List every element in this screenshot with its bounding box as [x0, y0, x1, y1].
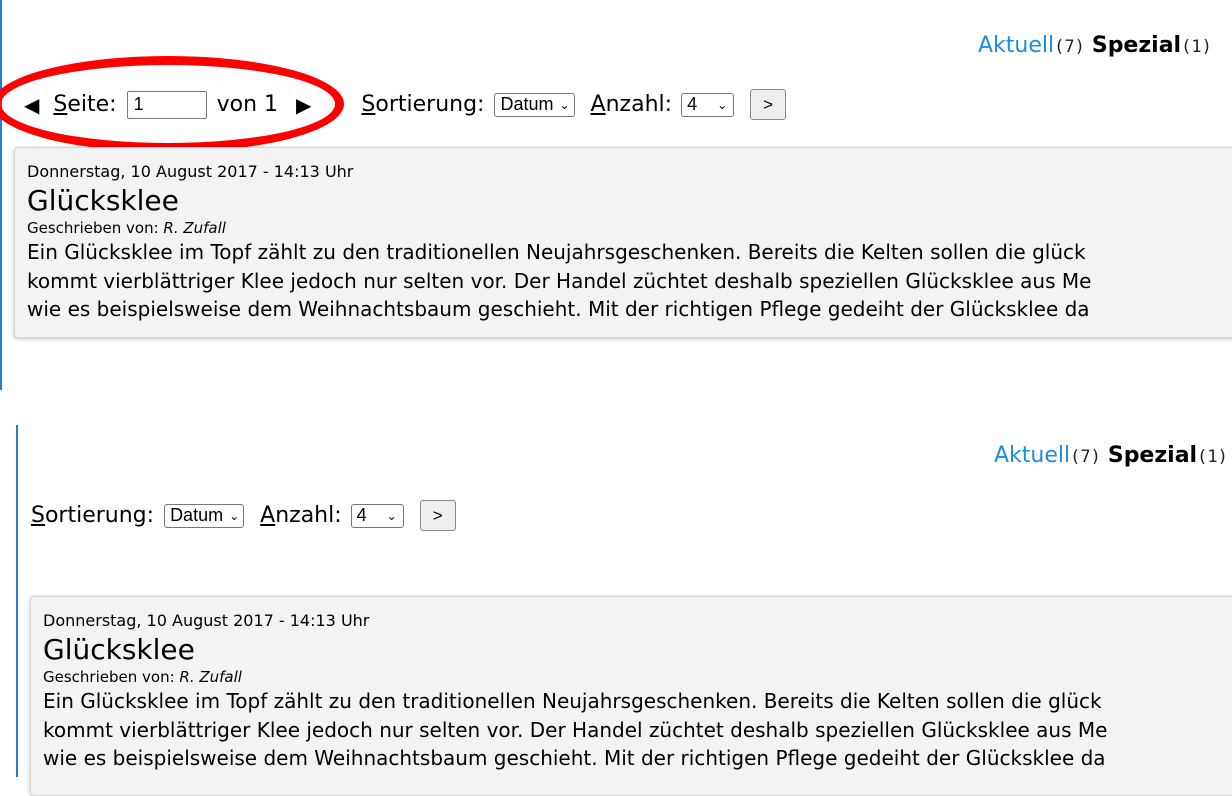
- left-border-top: [0, 0, 2, 390]
- page-input[interactable]: [126, 90, 207, 119]
- article-text-line: wie es beispielsweise dem Weihnachtsbaum…: [27, 297, 1090, 321]
- chevron-down-icon: ⌄: [717, 97, 728, 112]
- article-title[interactable]: Glücksklee: [27, 184, 1232, 218]
- pager-toolbar-top: ◀ Seite: von 1 ▶ Sortierung: Datum ⌄ Anza…: [24, 89, 787, 120]
- triangle-left-icon[interactable]: ◀: [24, 93, 39, 117]
- go-button[interactable]: >: [750, 89, 787, 120]
- count-select-value: 4: [687, 94, 698, 114]
- chevron-down-icon: ⌄: [386, 508, 397, 523]
- category-nav-bottom: Aktuell(7) Spezial(1): [994, 443, 1228, 468]
- category-count-aktuell: (7): [1054, 37, 1085, 57]
- article-text-line: wie es beispielsweise dem Weihnachtsbaum…: [43, 746, 1106, 770]
- article-text-line: kommt vierblättriger Klee jedoch nur sel…: [43, 717, 1108, 742]
- left-border-bottom: [16, 425, 18, 777]
- page-of-label: von 1: [216, 92, 279, 117]
- sort-label: Sortierung:: [31, 503, 155, 528]
- article-date: Donnerstag, 10 August 2017 - 14:13 Uhr: [43, 611, 370, 630]
- chevron-down-icon: ⌄: [229, 508, 240, 523]
- article-text-line: Ein Glücksklee im Topf zählt zu den trad…: [27, 240, 1086, 264]
- page-label: Seite:: [53, 92, 117, 117]
- article-card: Donnerstag, 10 August 2017 - 14:13 Uhr G…: [14, 147, 1232, 338]
- count-label: Anzahl:: [260, 503, 342, 528]
- category-count-spezial: (1): [1181, 37, 1212, 57]
- category-link-spezial[interactable]: Spezial: [1108, 443, 1197, 468]
- triangle-right-icon[interactable]: ▶: [296, 93, 311, 117]
- count-label: Anzahl:: [590, 92, 673, 117]
- article-text-line: kommt vierblättriger Klee jedoch nur sel…: [27, 268, 1092, 293]
- go-button[interactable]: >: [419, 500, 456, 531]
- count-select-value: 4: [356, 505, 367, 525]
- category-link-spezial[interactable]: Spezial: [1092, 33, 1181, 58]
- article-text-line: Ein Glücksklee im Topf zählt zu den trad…: [43, 689, 1102, 713]
- count-select[interactable]: 4 ⌄: [681, 92, 735, 117]
- sort-select[interactable]: Datum ⌄: [494, 92, 575, 117]
- article-author: Geschrieben von: R. Zufall: [27, 219, 226, 237]
- article-card: Donnerstag, 10 August 2017 - 14:13 Uhr G…: [30, 596, 1232, 796]
- category-link-aktuell[interactable]: Aktuell: [994, 443, 1070, 468]
- category-link-aktuell[interactable]: Aktuell: [978, 33, 1054, 58]
- sort-select-value: Datum: [170, 505, 224, 525]
- category-count-aktuell: (7): [1070, 447, 1101, 467]
- category-nav-top: Aktuell(7) Spezial(1): [978, 33, 1212, 58]
- count-select[interactable]: 4 ⌄: [350, 503, 404, 528]
- chevron-down-icon: ⌄: [559, 97, 570, 112]
- category-count-spezial: (1): [1197, 447, 1228, 467]
- sort-select[interactable]: Datum ⌄: [164, 503, 245, 528]
- article-title[interactable]: Glücksklee: [43, 633, 1232, 667]
- sort-toolbar-bottom: Sortierung: Datum ⌄ Anzahl: 4 ⌄ >: [31, 500, 456, 531]
- article-date: Donnerstag, 10 August 2017 - 14:13 Uhr: [27, 162, 354, 181]
- sort-label: Sortierung:: [361, 92, 485, 117]
- article-author: Geschrieben von: R. Zufall: [43, 668, 242, 686]
- sort-select-value: Datum: [500, 94, 554, 114]
